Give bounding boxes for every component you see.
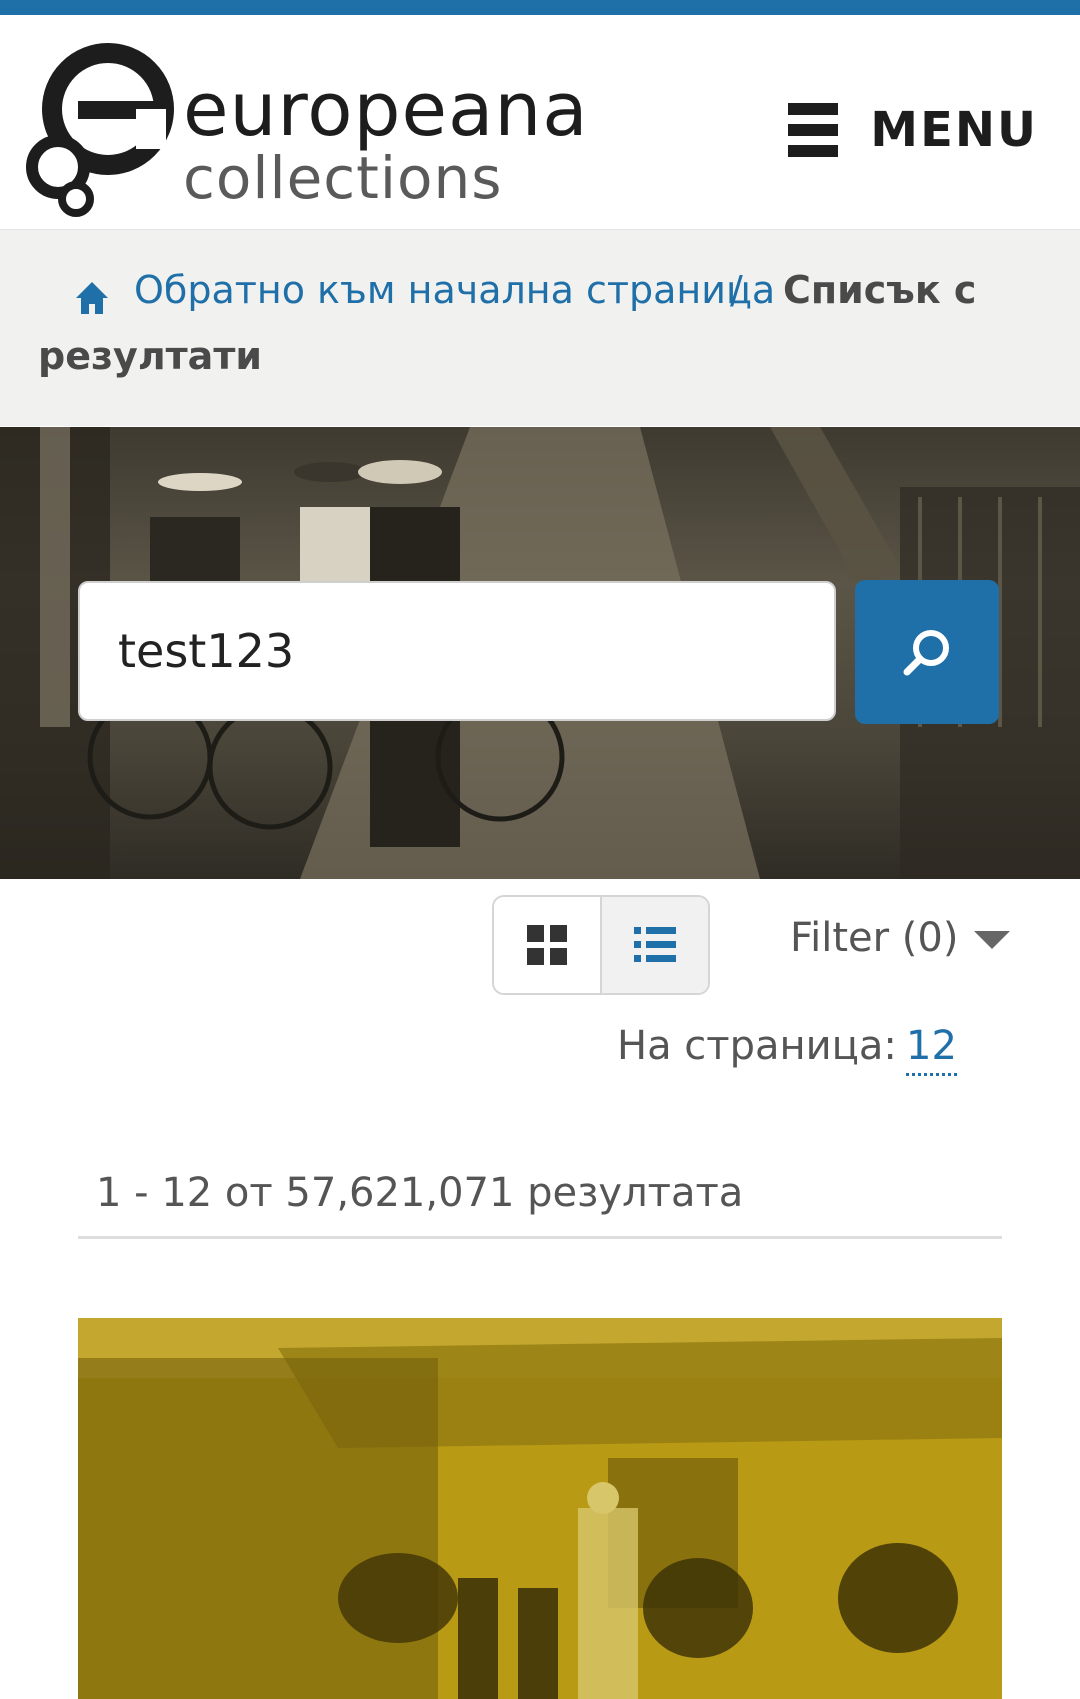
filter-dropdown[interactable]: Filter (0) (790, 915, 1011, 961)
europeana-logo[interactable]: europeana collections (18, 39, 588, 219)
logo-title: europeana (183, 67, 589, 153)
result-thumbnail[interactable] (78, 1318, 1002, 1699)
hamburger-icon (788, 103, 839, 157)
search-icon (903, 630, 949, 676)
breadcrumb (0, 230, 1080, 426)
list-view-icon (634, 927, 676, 962)
search-button[interactable] (855, 580, 999, 724)
breadcrumb-separator: / (730, 268, 743, 312)
result-photo (78, 1318, 1002, 1699)
home-icon[interactable] (74, 280, 110, 316)
breadcrumb-current-continued: резултати (38, 334, 262, 378)
grid-view-button[interactable] (494, 897, 602, 993)
grid-view-icon (527, 925, 567, 965)
per-page-select[interactable]: 12 (906, 1023, 957, 1076)
caret-down-icon (974, 931, 1011, 949)
results-count: 1 - 12 от 57,621,071 резултата (96, 1170, 744, 1216)
results-divider (78, 1236, 1002, 1239)
filter-label: Filter (0) (790, 915, 959, 961)
breadcrumb-current: Списък с (783, 268, 977, 312)
menu-label: MENU (870, 102, 1038, 158)
top-accent-bar (0, 0, 1080, 15)
search-input[interactable] (78, 581, 836, 721)
breadcrumb-home-link[interactable]: Обратно към начална страница (134, 268, 775, 312)
view-toggle (492, 895, 710, 995)
site-header: europeana collections MENU (0, 15, 1080, 230)
list-view-button[interactable] (602, 897, 708, 993)
menu-button[interactable]: MENU (788, 95, 1038, 165)
logo-subtitle: collections (183, 144, 503, 212)
logo-mark-icon (26, 43, 174, 217)
per-page-label: На страница: (617, 1023, 897, 1069)
